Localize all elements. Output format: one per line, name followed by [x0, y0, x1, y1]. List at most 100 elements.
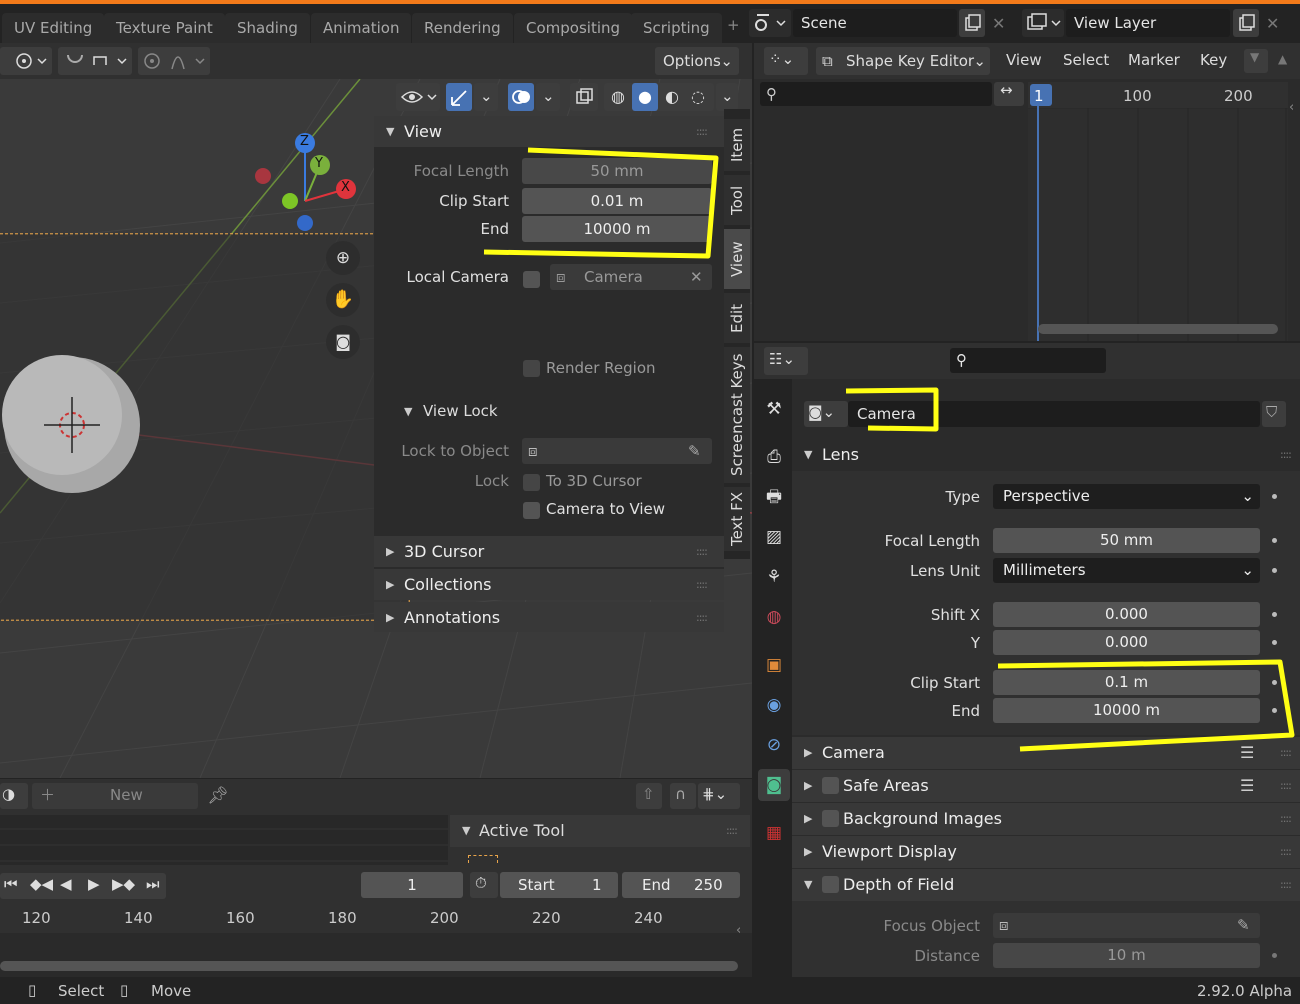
physics-tab-icon[interactable]: ◉	[758, 689, 790, 721]
arrow-up-icon[interactable]: ▲	[1278, 52, 1287, 66]
camera-data-tab-icon[interactable]: ◙	[758, 769, 790, 801]
transform-pivot-button[interactable]	[0, 47, 52, 75]
tab-compositing[interactable]: Compositing	[514, 13, 633, 43]
animate-dot-icon[interactable]	[1272, 640, 1277, 645]
editor-type-button[interactable]: ⁘⌄	[764, 47, 808, 75]
focal-length-field[interactable]: 50 mm	[993, 528, 1260, 553]
fake-user-button[interactable]: ⛉	[1262, 401, 1286, 427]
drag-handle-icon[interactable]: ::::	[696, 536, 708, 567]
render-tab-icon[interactable]: ⎙	[758, 441, 790, 473]
clip-end-field[interactable]: 10000 m	[993, 698, 1260, 723]
safe-areas-panel-header[interactable]: ▶ Safe Areas ☰ ::::	[792, 770, 1300, 802]
wireframe-shading-icon[interactable]: ◍	[606, 86, 630, 108]
drag-handle-icon[interactable]: ::::	[726, 815, 738, 847]
new-view-layer-button[interactable]	[1233, 9, 1259, 37]
lock-to-object-field[interactable]: ⧈ ✎	[522, 438, 712, 464]
visibility-dropdown[interactable]	[396, 83, 440, 111]
eyedropper-icon[interactable]: ✎	[688, 438, 701, 464]
view-layer-tab-icon[interactable]: ▨	[758, 521, 790, 553]
menu-view[interactable]: View	[1006, 51, 1042, 69]
pan-hand-icon[interactable]: ✋	[326, 283, 360, 317]
current-frame-field[interactable]: 1	[361, 872, 463, 898]
snap-timeline-button[interactable]: ∩	[670, 783, 696, 809]
background-images-panel-header[interactable]: ▶ Background Images ::::	[792, 803, 1300, 835]
zoom-icon[interactable]: ⊕	[326, 241, 360, 275]
3d-cursor-panel-header[interactable]: ▶ 3D Cursor ::::	[374, 536, 724, 567]
shift-x-field[interactable]: 0.000	[993, 602, 1260, 627]
tab-rendering[interactable]: Rendering	[412, 13, 513, 43]
view-layer-name-field[interactable]: View Layer	[1066, 9, 1230, 37]
to-3d-cursor-checkbox[interactable]	[523, 474, 540, 491]
scene-selector-button[interactable]	[749, 9, 791, 37]
animate-dot-icon[interactable]	[1272, 680, 1277, 685]
shading-dropdown[interactable]: ⌄	[716, 83, 738, 111]
clip-start-field[interactable]: 0.1 m	[993, 670, 1260, 695]
delete-scene-icon[interactable]: ✕	[992, 14, 1005, 33]
end-frame-field[interactable]: End 250	[622, 872, 740, 898]
next-keyframe-icon[interactable]: ▶◆	[112, 875, 135, 893]
focus-object-field[interactable]: ⧈ ✎	[993, 913, 1260, 938]
animate-dot-icon[interactable]	[1272, 494, 1277, 499]
output-tab-icon[interactable]: 🖶︎	[758, 481, 790, 513]
animate-dot-icon[interactable]	[1272, 538, 1277, 543]
local-camera-checkbox[interactable]	[523, 271, 540, 288]
animate-dot-icon[interactable]	[1272, 612, 1277, 617]
editor-type-button[interactable]: ◑	[0, 783, 28, 809]
animate-dot-icon[interactable]	[1272, 953, 1277, 958]
options-dropdown[interactable]: Options ⌄	[655, 47, 739, 75]
chevron-left-icon[interactable]: ‹	[1289, 100, 1294, 115]
distance-field[interactable]: 10 m	[993, 943, 1260, 968]
tab-shading[interactable]: Shading	[225, 13, 310, 43]
drag-handle-icon[interactable]: ::::	[1280, 869, 1292, 901]
animate-dot-icon[interactable]	[1272, 708, 1277, 713]
material-shading-icon[interactable]: ◐	[660, 86, 684, 108]
tab-text-fx[interactable]: Text FX	[724, 487, 750, 551]
presets-list-icon[interactable]: ☰	[1240, 770, 1254, 802]
drag-handle-icon[interactable]: ::::	[1280, 439, 1292, 471]
proportional-edit-button[interactable]	[138, 47, 210, 75]
world-tab-icon[interactable]: ◍	[758, 601, 790, 633]
push-down-button[interactable]: ▼	[1244, 49, 1268, 73]
clip-start-field[interactable]: 0.01 m	[522, 188, 712, 214]
snap-mode-dropdown[interactable]: ⋕⌄	[698, 783, 740, 809]
tab-tool[interactable]: Tool	[724, 175, 750, 225]
drag-handle-icon[interactable]: ::::	[1280, 836, 1292, 868]
camera-data-name-field[interactable]: Camera	[848, 401, 1260, 427]
tab-screencast-keys[interactable]: Screencast Keys	[724, 347, 750, 483]
safe-areas-checkbox[interactable]	[822, 777, 839, 794]
camera-data-browse-button[interactable]: ◙⌄	[804, 401, 848, 427]
overlays-toggle-button[interactable]	[508, 83, 534, 111]
solid-shading-icon[interactable]: ●	[632, 83, 658, 111]
depth-of-field-checkbox[interactable]	[822, 876, 839, 893]
local-camera-field[interactable]: ⧈ Camera ✕	[550, 264, 712, 290]
pin-icon[interactable]: 📌︎	[207, 786, 229, 806]
clip-end-field[interactable]: 10000 m	[522, 216, 712, 242]
texture-tab-icon[interactable]: ▦	[758, 817, 790, 849]
tab-animation[interactable]: Animation	[311, 13, 412, 43]
properties-search-input[interactable]: ⚲	[950, 348, 1106, 373]
drag-handle-icon[interactable]: ::::	[1280, 770, 1292, 802]
tab-scripting[interactable]: Scripting	[631, 13, 722, 43]
jump-end-icon[interactable]: ⏭	[146, 875, 160, 893]
tool-tab-icon[interactable]: ⚒	[758, 393, 790, 425]
tab-item[interactable]: Item	[724, 119, 750, 171]
annotations-panel-header[interactable]: ▶ Annotations ::::	[374, 602, 724, 632]
preview-range-button[interactable]: ⏱	[470, 872, 498, 898]
editor-type-button[interactable]: ☷⌄	[764, 347, 808, 375]
focal-length-field[interactable]: 50 mm	[522, 158, 712, 184]
camera-panel-header[interactable]: ▶ Camera ☰ ::::	[792, 737, 1300, 769]
view-panel-header[interactable]: ▼ View ::::	[374, 116, 724, 147]
viewport-display-panel-header[interactable]: ▶ Viewport Display ::::	[792, 836, 1300, 868]
background-images-checkbox[interactable]	[822, 810, 839, 827]
camera-to-view-checkbox[interactable]	[523, 502, 540, 519]
start-frame-field[interactable]: Start 1	[500, 872, 618, 898]
more-tabs-icon[interactable]: +	[727, 16, 740, 34]
menu-select[interactable]: Select	[1063, 51, 1109, 69]
camera-view-icon[interactable]: ◙	[326, 325, 360, 359]
tab-edit[interactable]: Edit	[724, 293, 750, 343]
tab-texture-paint[interactable]: Texture Paint	[104, 13, 225, 43]
timeline-scrollbar[interactable]	[0, 961, 738, 971]
play-reverse-icon[interactable]: ◀	[60, 875, 72, 893]
push-up-button[interactable]: ⇧	[636, 783, 662, 809]
mode-dropdown[interactable]: ⧉ Shape Key Editor ⌄	[816, 47, 990, 75]
